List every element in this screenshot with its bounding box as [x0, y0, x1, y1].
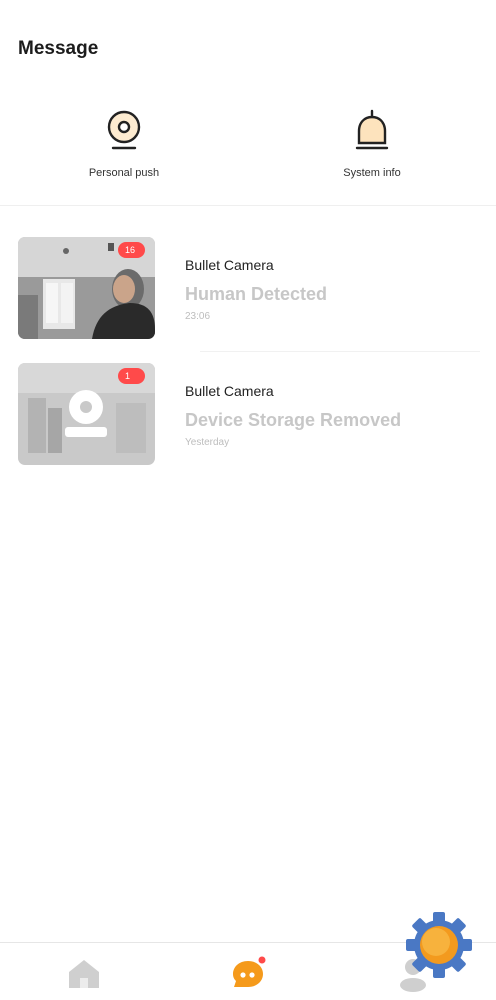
event-time: Yesterday: [185, 437, 230, 448]
tab-message[interactable]: [228, 953, 268, 993]
section-divider: [0, 205, 496, 206]
device-name: Bullet Camera: [185, 383, 274, 399]
message-item[interactable]: 16 Bullet Camera Human Detected 23:06: [18, 237, 488, 339]
event-time: 23:06: [185, 311, 211, 322]
message-icon: [233, 956, 266, 987]
system-info-label: System info: [343, 167, 401, 179]
personal-push-label: Personal push: [88, 167, 160, 179]
personal-push-button[interactable]: Personal push: [49, 108, 199, 179]
unread-count-badge: 1: [118, 368, 145, 384]
page-title: Message: [18, 38, 99, 59]
unread-count-badge: 16: [118, 242, 145, 258]
floating-settings-button[interactable]: [405, 911, 473, 979]
tab-home[interactable]: [64, 953, 104, 993]
message-page: Message Personal push System info 16 Bul…: [0, 0, 496, 1000]
device-name: Bullet Camera: [185, 257, 274, 273]
bell-icon: [355, 109, 389, 150]
event-title: Human Detected: [185, 284, 328, 304]
home-icon: [69, 960, 99, 988]
camera-snapshot-thumbnail[interactable]: 16: [18, 237, 155, 339]
event-title: Device Storage Removed: [185, 410, 402, 430]
gear-icon: [406, 912, 472, 978]
webcam-icon: [107, 110, 141, 150]
camera-placeholder-thumbnail[interactable]: 1: [18, 363, 155, 465]
row-divider: [200, 351, 480, 352]
system-info-button[interactable]: System info: [297, 108, 447, 179]
message-item[interactable]: 1 Bullet Camera Device Storage Removed Y…: [18, 363, 488, 465]
